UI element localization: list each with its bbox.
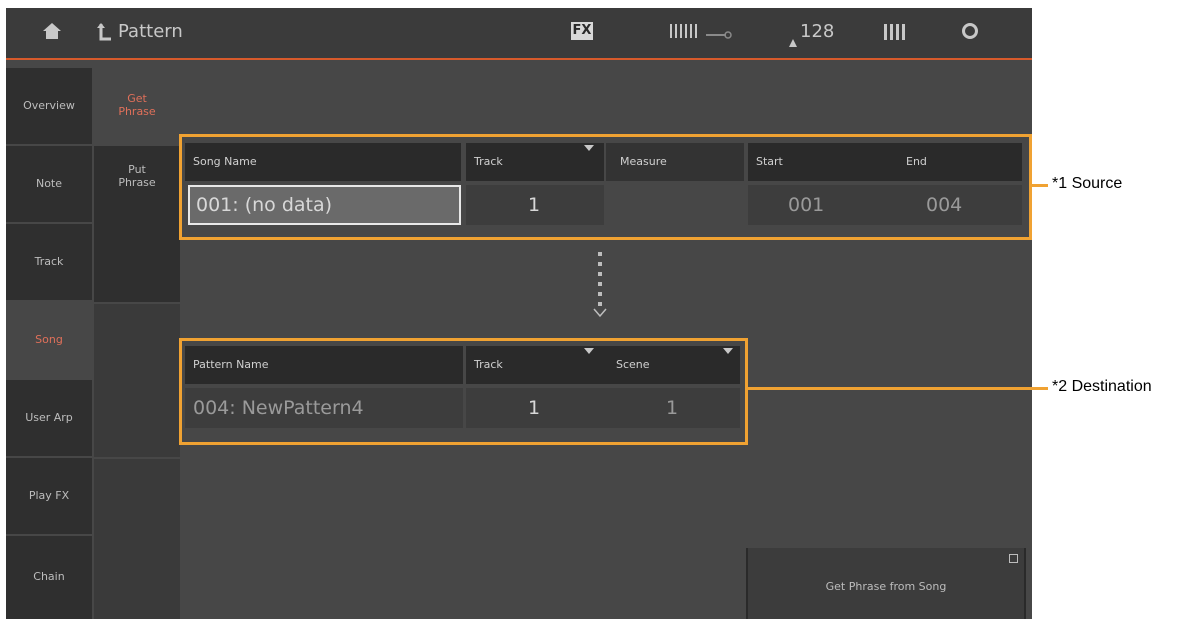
sidebar-item-chain[interactable]: Chain	[6, 536, 92, 619]
sidebar-item-play-fx[interactable]: Play FX	[6, 458, 92, 534]
sidebar-item-label: User Arp	[25, 410, 73, 424]
tab-put-phrase[interactable]: Put Phrase	[94, 146, 180, 302]
sidebar-item-note[interactable]: Note	[6, 146, 92, 222]
top-bar: Pattern FX 128	[6, 8, 1032, 60]
power-icon[interactable]	[961, 22, 979, 44]
home-icon[interactable]	[42, 22, 62, 44]
tempo-icon	[789, 32, 797, 51]
sidebar-item-label: Play FX	[28, 488, 70, 502]
button-label: Get Phrase from Song	[825, 580, 947, 593]
fx-badge[interactable]: FX	[571, 22, 593, 40]
tab-label: Put Phrase	[118, 163, 156, 189]
shortcut-icon	[1009, 554, 1018, 563]
sidebar-item-label: Overview	[23, 98, 75, 112]
sidebar-item-song[interactable]: Song	[6, 302, 92, 378]
source-leader-line	[1032, 184, 1048, 187]
sidebar-item-user-arp[interactable]: User Arp	[6, 380, 92, 456]
sub-menu-empty	[94, 459, 180, 619]
destination-leader-line	[748, 387, 1048, 390]
sidebar-item-label: Chain	[33, 570, 65, 584]
destination-highlight-box	[179, 338, 748, 445]
sidebar-item-label: Note	[35, 176, 63, 190]
tab-get-phrase[interactable]: Get Phrase	[94, 68, 180, 144]
tab-label: Get Phrase	[118, 92, 156, 118]
sidebar-item-label: Track	[34, 254, 64, 268]
sub-menu-empty	[94, 304, 180, 457]
level-meter-icon	[884, 24, 906, 44]
keyboard-icon	[670, 24, 702, 44]
source-highlight-box	[179, 134, 1032, 240]
page-title: Pattern	[118, 21, 183, 42]
sidebar-item-overview[interactable]: Overview	[6, 68, 92, 144]
sidebar-item-track[interactable]: Track	[6, 224, 92, 300]
sidebar-item-label: Song	[35, 332, 63, 346]
synth-screen: Pattern FX 128 Overview Note Track Song …	[6, 8, 1032, 619]
usb-icon	[706, 26, 732, 45]
source-callout: *1 Source	[1052, 175, 1123, 192]
destination-callout: *2 Destination	[1052, 378, 1152, 395]
tempo-value[interactable]: 128	[800, 21, 834, 42]
up-arrow-icon[interactable]	[96, 22, 112, 46]
get-phrase-from-song-button[interactable]: Get Phrase from Song	[746, 548, 1026, 619]
main-menu: Overview Note Track Song User Arp Play F…	[6, 68, 93, 619]
sub-menu: Get Phrase Put Phrase	[94, 68, 180, 619]
